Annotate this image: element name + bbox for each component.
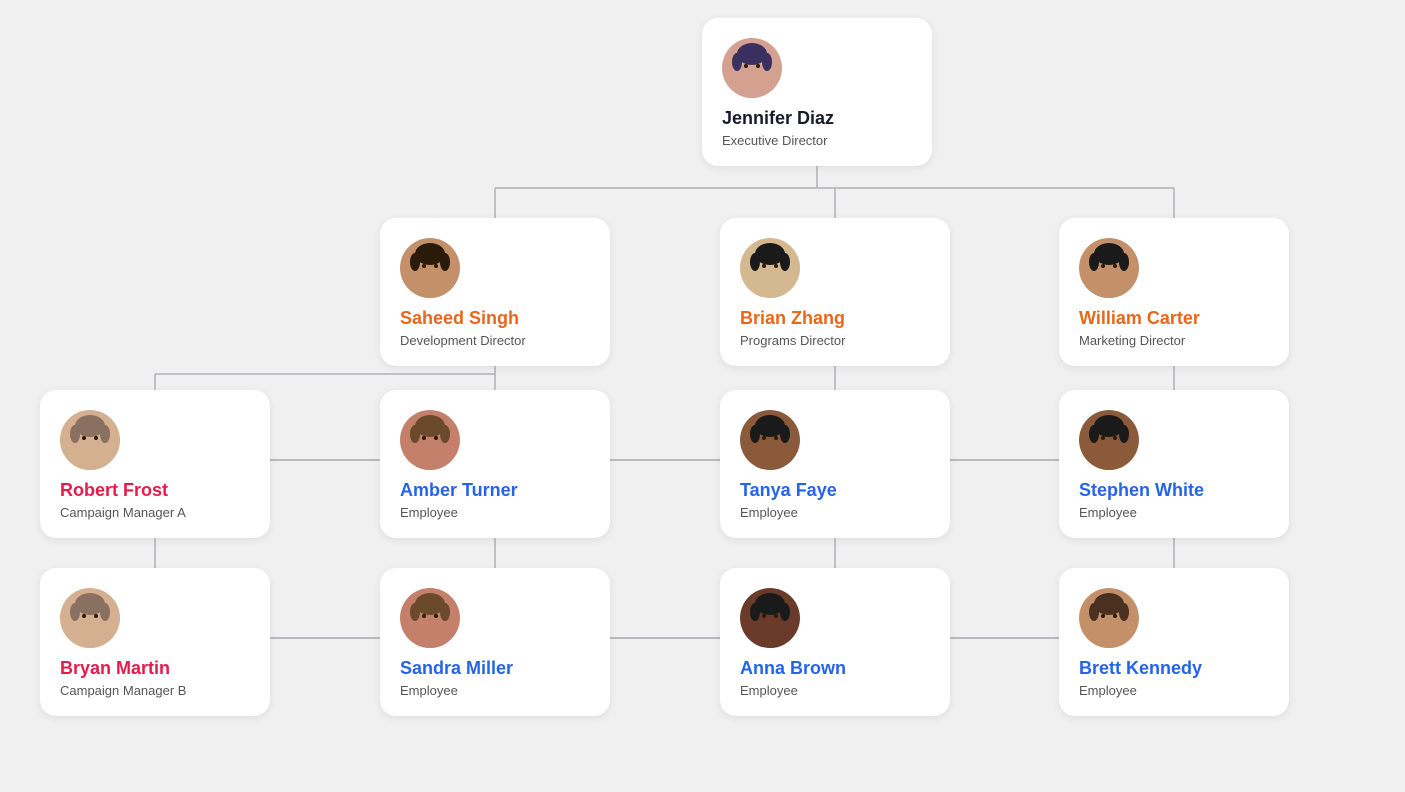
name-saheed: Saheed Singh — [400, 308, 519, 329]
role-saheed: Development Director — [400, 333, 526, 348]
card-jennifer[interactable]: Jennifer Diaz Executive Director — [702, 18, 932, 166]
card-brian[interactable]: Brian Zhang Programs Director — [720, 218, 950, 366]
card-anna[interactable]: Anna Brown Employee — [720, 568, 950, 716]
role-anna: Employee — [740, 683, 798, 698]
role-william: Marketing Director — [1079, 333, 1185, 348]
role-brian: Programs Director — [740, 333, 845, 348]
name-sandra: Sandra Miller — [400, 658, 513, 679]
avatar-stephen — [1079, 410, 1139, 470]
name-brian: Brian Zhang — [740, 308, 845, 329]
card-william[interactable]: William Carter Marketing Director — [1059, 218, 1289, 366]
card-bryan[interactable]: Bryan Martin Campaign Manager B — [40, 568, 270, 716]
role-sandra: Employee — [400, 683, 458, 698]
card-robert[interactable]: Robert Frost Campaign Manager A — [40, 390, 270, 538]
role-jennifer: Executive Director — [722, 133, 827, 148]
avatar-bryan — [60, 588, 120, 648]
name-bryan: Bryan Martin — [60, 658, 170, 679]
card-stephen[interactable]: Stephen White Employee — [1059, 390, 1289, 538]
role-robert: Campaign Manager A — [60, 505, 186, 520]
org-chart: Jennifer Diaz Executive Director Saheed S… — [0, 0, 1405, 792]
name-tanya: Tanya Faye — [740, 480, 837, 501]
avatar-jennifer — [722, 38, 782, 98]
name-william: William Carter — [1079, 308, 1200, 329]
role-stephen: Employee — [1079, 505, 1137, 520]
avatar-robert — [60, 410, 120, 470]
card-brett[interactable]: Brett Kennedy Employee — [1059, 568, 1289, 716]
avatar-brian — [740, 238, 800, 298]
avatar-saheed — [400, 238, 460, 298]
avatar-tanya — [740, 410, 800, 470]
name-anna: Anna Brown — [740, 658, 846, 679]
role-tanya: Employee — [740, 505, 798, 520]
avatar-brett — [1079, 588, 1139, 648]
avatar-anna — [740, 588, 800, 648]
name-robert: Robert Frost — [60, 480, 168, 501]
card-saheed[interactable]: Saheed Singh Development Director — [380, 218, 610, 366]
avatar-william — [1079, 238, 1139, 298]
name-jennifer: Jennifer Diaz — [722, 108, 834, 129]
name-brett: Brett Kennedy — [1079, 658, 1202, 679]
avatar-sandra — [400, 588, 460, 648]
role-amber: Employee — [400, 505, 458, 520]
role-bryan: Campaign Manager B — [60, 683, 186, 698]
card-tanya[interactable]: Tanya Faye Employee — [720, 390, 950, 538]
name-stephen: Stephen White — [1079, 480, 1204, 501]
name-amber: Amber Turner — [400, 480, 518, 501]
avatar-amber — [400, 410, 460, 470]
role-brett: Employee — [1079, 683, 1137, 698]
card-amber[interactable]: Amber Turner Employee — [380, 390, 610, 538]
card-sandra[interactable]: Sandra Miller Employee — [380, 568, 610, 716]
